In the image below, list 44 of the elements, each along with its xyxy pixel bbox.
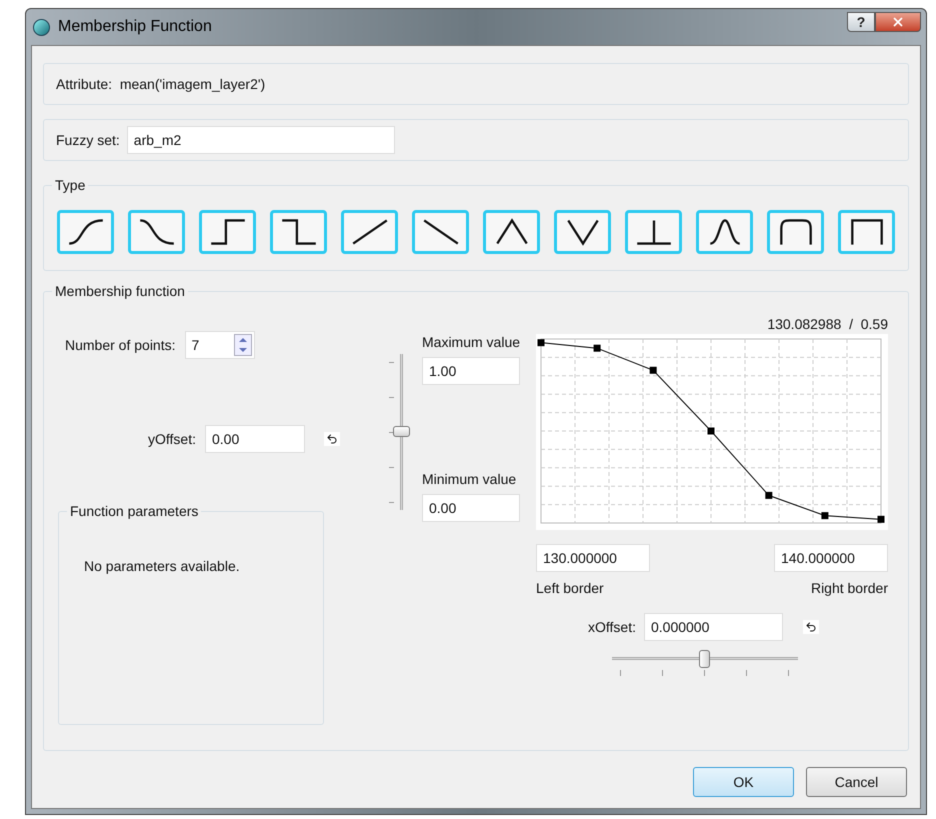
fuzzy-set-field[interactable]: arb_m2 (126, 126, 395, 154)
curve-type-button[interactable] (554, 210, 611, 254)
x-offset-label: xOffset: (588, 618, 636, 636)
curve-type-button[interactable] (270, 210, 327, 254)
curve-type-button[interactable] (199, 210, 256, 254)
left-border-label: Left border (536, 579, 604, 598)
maximum-value-label: Maximum value (422, 333, 522, 352)
points-label: Number of points: (65, 336, 176, 355)
undo-icon (326, 433, 338, 445)
curve-type-button[interactable] (483, 210, 540, 254)
curve-type-button[interactable] (128, 210, 185, 254)
slider-thumb[interactable] (699, 650, 710, 668)
points-spinbox[interactable]: 7 (184, 331, 254, 359)
reset-button[interactable] (324, 432, 340, 446)
fuzzy-set-label: Fuzzy set: (56, 130, 120, 150)
close-button[interactable] (875, 12, 921, 32)
y-offset-field[interactable]: 0.00 (204, 425, 305, 453)
left-border-field[interactable]: 130.000000 (536, 544, 650, 572)
right-border-field[interactable]: 140.000000 (774, 544, 888, 572)
x-offset-field[interactable]: 0.000000 (644, 613, 783, 641)
dialog-button[interactable]: OK (693, 767, 794, 797)
curve-type-button[interactable] (696, 210, 753, 254)
right-border-label: Right border (810, 579, 888, 598)
curve-type-button[interactable] (625, 210, 682, 254)
undo-icon (804, 621, 817, 633)
curve-type-button[interactable] (57, 210, 114, 254)
cursor-reading: 130.082988 / 0.59 (767, 315, 888, 334)
reset-button[interactable] (802, 620, 819, 634)
window-title: Membership Function (58, 17, 212, 37)
help-button[interactable]: ? (847, 12, 875, 32)
minimum-value-field[interactable]: 0.00 (422, 494, 520, 522)
slider-thumb[interactable] (393, 426, 410, 437)
attribute-text: Attribute: mean('imagem_layer2') (56, 74, 266, 94)
maximum-value-field[interactable]: 1.00 (422, 357, 520, 385)
minimum-value-label: Minimum value (422, 470, 518, 489)
app-icon (33, 18, 50, 36)
curve-type-button[interactable] (838, 210, 895, 254)
no-parameters-text: No parameters available. (84, 558, 240, 574)
curve-type-button[interactable] (767, 210, 824, 254)
close-icon (891, 15, 905, 29)
curve-type-button[interactable] (412, 210, 469, 254)
y-offset-label: yOffset: (148, 430, 196, 449)
curve-type-button[interactable] (341, 210, 398, 254)
dialog-button[interactable]: Cancel (806, 767, 907, 797)
